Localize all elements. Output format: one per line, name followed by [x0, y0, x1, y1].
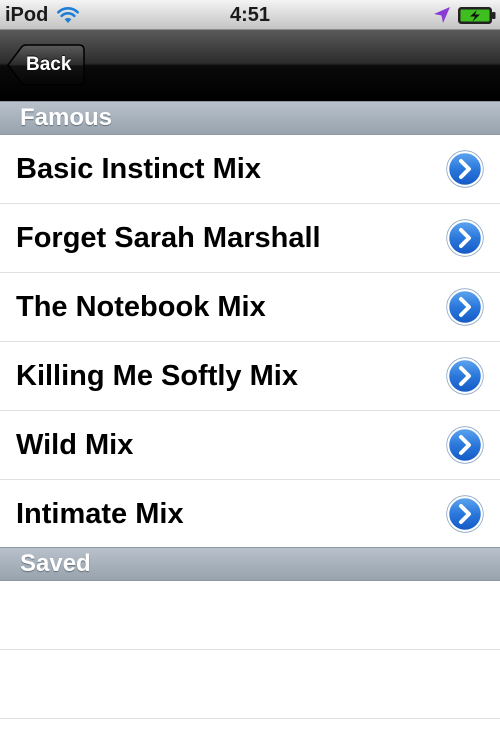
disclosure-chevron-icon[interactable] — [446, 288, 484, 326]
list-item-label: The Notebook Mix — [16, 291, 266, 323]
empty-list-row — [0, 650, 500, 719]
list-item-label: Basic Instinct Mix — [16, 153, 261, 185]
disclosure-chevron-icon[interactable] — [446, 150, 484, 188]
section-header-saved: Saved — [0, 547, 500, 581]
location-arrow-icon — [434, 7, 450, 23]
section-header-label: Saved — [20, 550, 91, 577]
list-item[interactable]: Forget Sarah Marshall — [0, 204, 500, 273]
back-button[interactable]: Back — [7, 44, 85, 86]
empty-list-row — [0, 581, 500, 650]
list-item-label: Wild Mix — [16, 429, 134, 461]
status-time: 4:51 — [229, 4, 271, 26]
disclosure-chevron-icon[interactable] — [446, 219, 484, 257]
list-item-label: Intimate Mix — [16, 498, 184, 530]
list-item[interactable]: Basic Instinct Mix — [0, 135, 500, 204]
section-header-label: Famous — [20, 104, 113, 131]
list-item[interactable]: Killing Me Softly Mix — [0, 342, 500, 411]
list-item[interactable]: Intimate Mix — [0, 480, 500, 549]
status-bar: iPod 4:51 — [0, 0, 500, 30]
list-item[interactable]: The Notebook Mix — [0, 273, 500, 342]
list-item[interactable]: Wild Mix — [0, 411, 500, 480]
list-item-label: Forget Sarah Marshall — [16, 222, 321, 254]
list-item-label: Killing Me Softly Mix — [16, 360, 298, 392]
navigation-bar: Back — [0, 30, 500, 101]
disclosure-chevron-icon[interactable] — [446, 426, 484, 464]
battery-charging-icon — [458, 7, 496, 24]
disclosure-chevron-icon[interactable] — [446, 357, 484, 395]
disclosure-chevron-icon[interactable] — [446, 495, 484, 533]
section-header-famous: Famous — [0, 101, 500, 135]
back-button-label: Back — [26, 54, 72, 75]
